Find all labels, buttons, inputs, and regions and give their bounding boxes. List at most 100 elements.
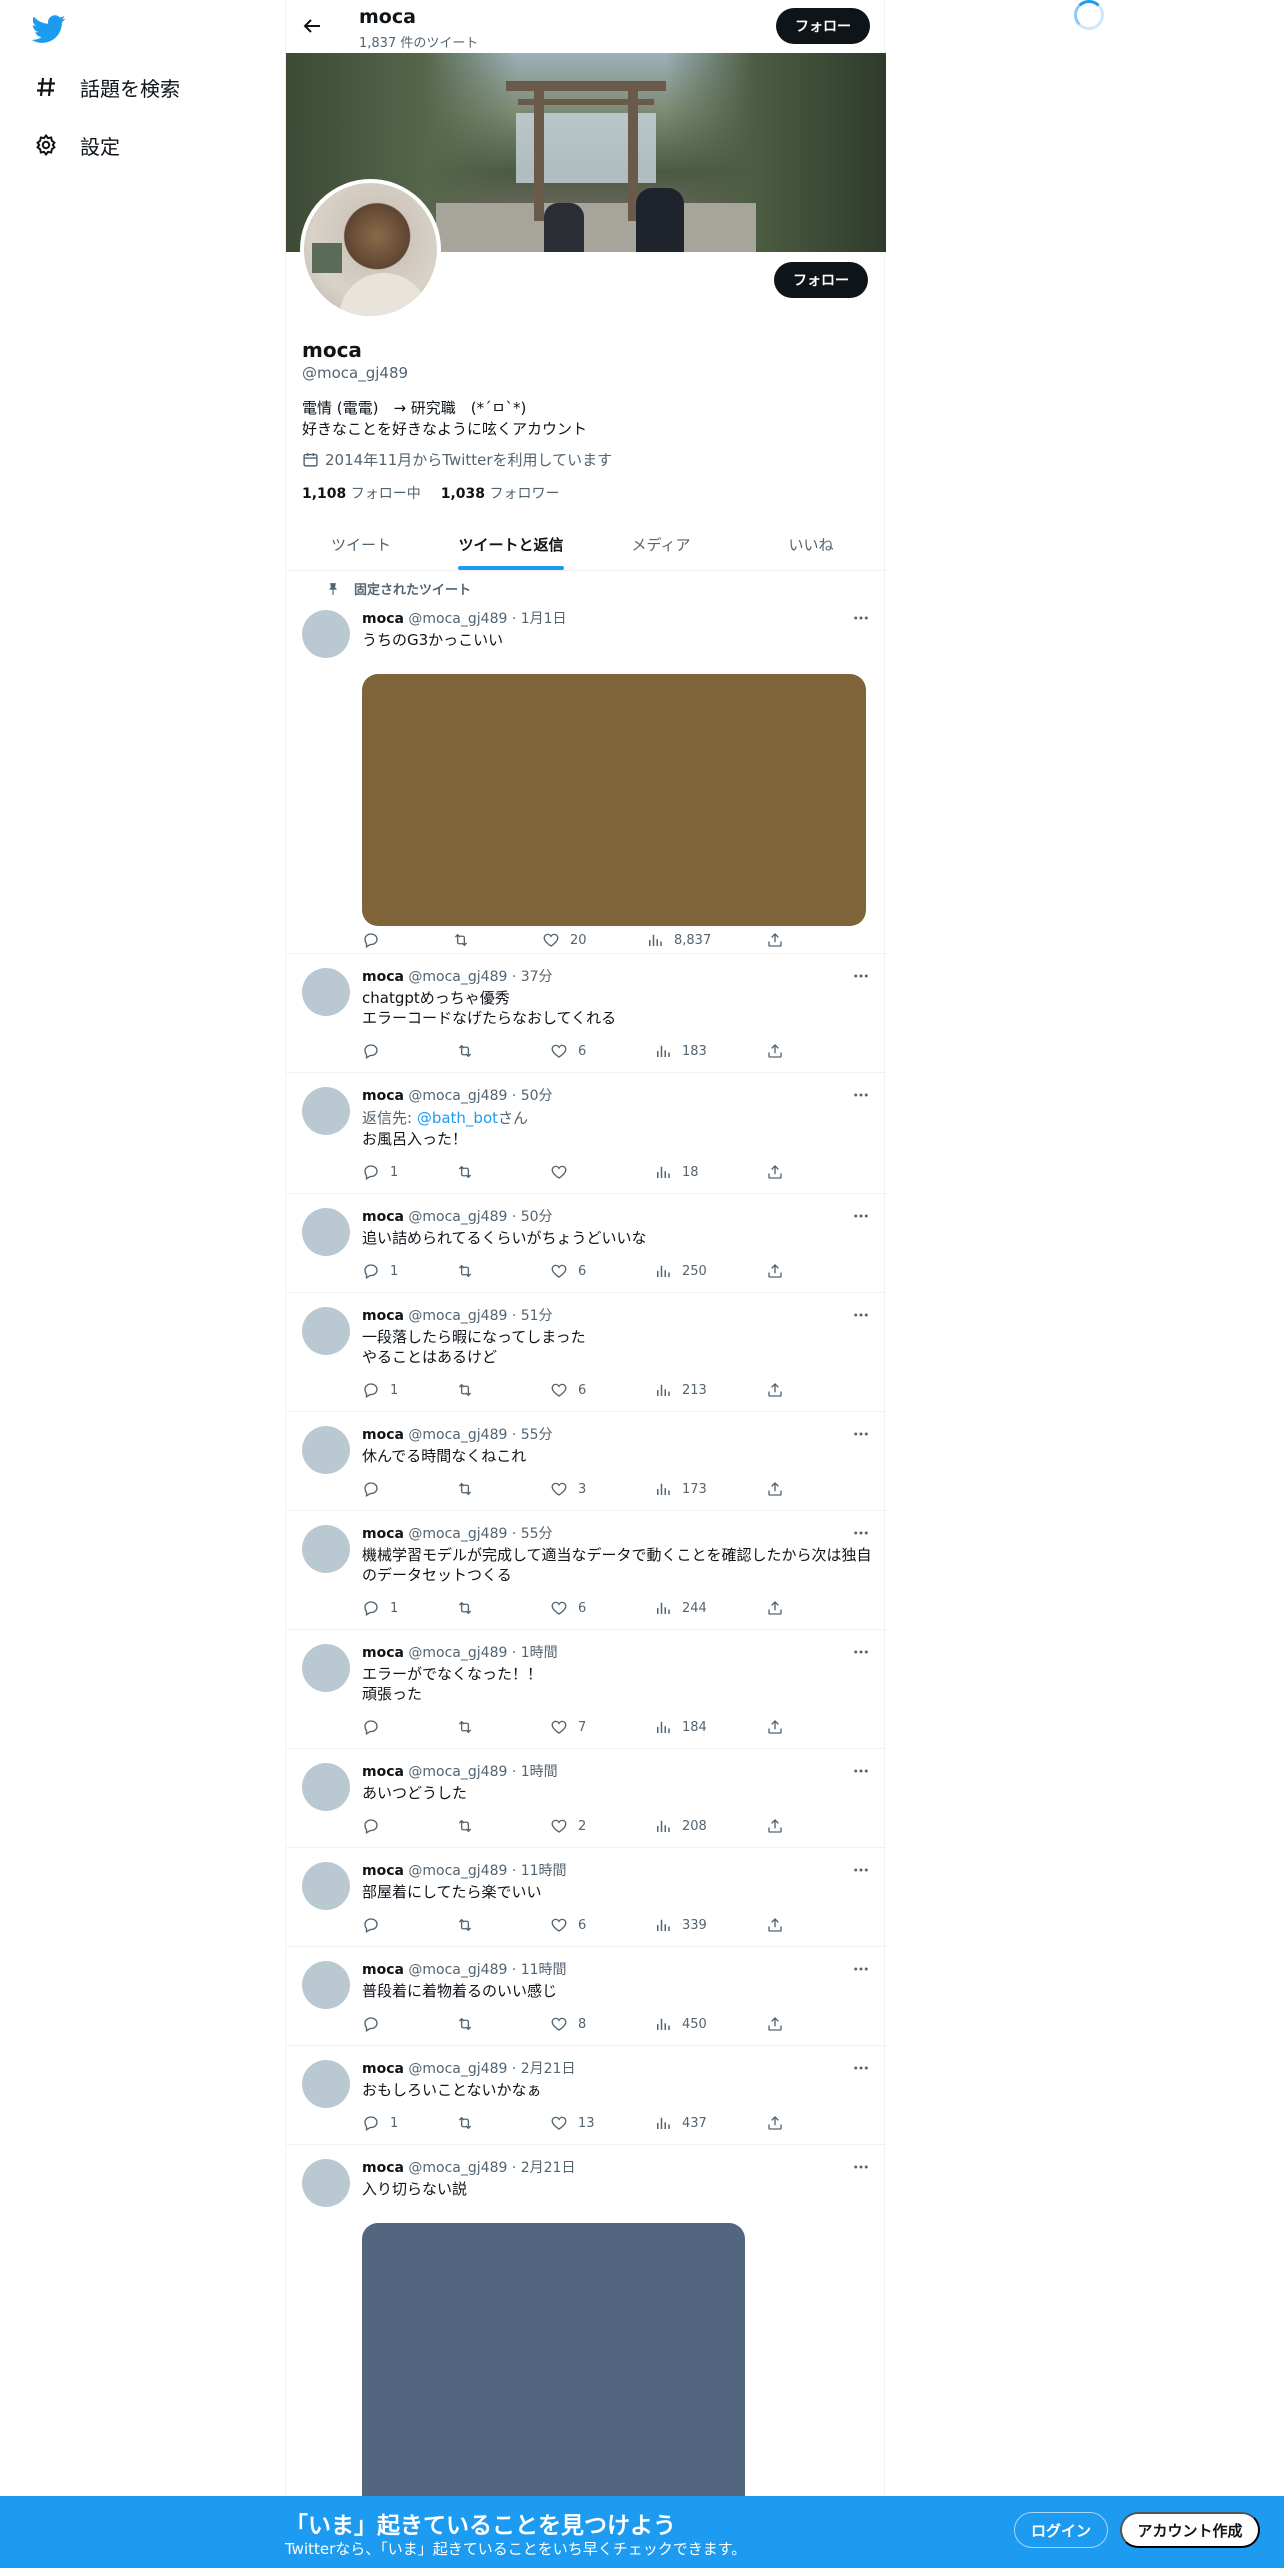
tweet-item[interactable]: moca @moca_gj489 · 2月21日 入り切らない説 bbox=[286, 2145, 886, 2553]
views-button[interactable]: 8,837 bbox=[646, 930, 711, 950]
retweet-button[interactable] bbox=[456, 1261, 474, 1281]
share-button[interactable] bbox=[766, 1816, 784, 1836]
more-options-icon[interactable] bbox=[852, 1762, 870, 1780]
share-button[interactable] bbox=[766, 2014, 784, 2034]
reply-button[interactable] bbox=[362, 1816, 390, 1836]
following-link[interactable]: 1,108 フォロー中 bbox=[302, 483, 421, 503]
tweet-item[interactable]: moca @moca_gj489 · 50分 返信先: @bath_botさん お風… bbox=[286, 1073, 886, 1194]
share-button[interactable] bbox=[766, 1261, 784, 1281]
sidebar-item-settings[interactable]: 設定 bbox=[34, 123, 120, 167]
views-button[interactable]: 450 bbox=[654, 2014, 707, 2034]
more-options-icon[interactable] bbox=[852, 1960, 870, 1978]
like-button[interactable]: 6 bbox=[550, 1041, 586, 1061]
retweet-button[interactable] bbox=[456, 1816, 474, 1836]
reply-button[interactable] bbox=[362, 1717, 390, 1737]
views-button[interactable]: 437 bbox=[654, 2113, 707, 2133]
tweet-item[interactable]: moca @moca_gj489 · 11時間 部屋着にしてたら楽でいい 6 339 bbox=[286, 1848, 886, 1947]
retweet-button[interactable] bbox=[456, 1598, 474, 1618]
tweet-item[interactable]: moca @moca_gj489 · 1時間 エラーがでなくなった！！ 頑張った 7… bbox=[286, 1630, 886, 1749]
more-options-icon[interactable] bbox=[852, 1086, 870, 1104]
tweet-author-avatar[interactable] bbox=[302, 1208, 350, 1256]
tweet-author-avatar[interactable] bbox=[302, 968, 350, 1016]
tweet-author-avatar[interactable] bbox=[302, 2159, 350, 2207]
tab-tweets-and-replies[interactable]: ツイートと返信 bbox=[436, 518, 586, 570]
tweet-author-avatar[interactable] bbox=[302, 1307, 350, 1355]
header-follow-button[interactable]: フォロー bbox=[776, 8, 870, 44]
sidebar-item-explore[interactable]: 話題を検索 bbox=[34, 65, 180, 109]
like-button[interactable]: 2 bbox=[550, 1816, 586, 1836]
reply-button[interactable] bbox=[362, 1915, 390, 1935]
more-options-icon[interactable] bbox=[852, 1861, 870, 1879]
views-button[interactable]: 184 bbox=[654, 1717, 707, 1737]
reply-button[interactable] bbox=[362, 1041, 390, 1061]
reply-button[interactable]: 1 bbox=[362, 2113, 398, 2133]
tab-media[interactable]: メディア bbox=[586, 518, 736, 570]
tweet-author-avatar[interactable] bbox=[302, 1862, 350, 1910]
reply-button[interactable] bbox=[362, 1479, 390, 1499]
more-options-icon[interactable] bbox=[852, 2059, 870, 2077]
tab-tweets[interactable]: ツイート bbox=[286, 518, 436, 570]
tweet-author-avatar[interactable] bbox=[302, 1763, 350, 1811]
like-button[interactable]: 13 bbox=[550, 2113, 595, 2133]
more-options-icon[interactable] bbox=[852, 1524, 870, 1542]
signup-button[interactable]: アカウント作成 bbox=[1120, 2512, 1260, 2548]
views-button[interactable]: 18 bbox=[654, 1162, 699, 1182]
share-button[interactable] bbox=[766, 1915, 784, 1935]
like-button[interactable]: 6 bbox=[550, 1380, 586, 1400]
more-options-icon[interactable] bbox=[852, 2158, 870, 2176]
reply-button[interactable]: 1 bbox=[362, 1162, 398, 1182]
retweet-button[interactable] bbox=[456, 1041, 474, 1061]
tweet-item[interactable]: moca @moca_gj489 · 1月1日 うちのG3かっこいい 20 8,837 bbox=[286, 598, 886, 954]
like-button[interactable]: 6 bbox=[550, 1598, 586, 1618]
like-button[interactable] bbox=[550, 1162, 578, 1182]
tweet-item[interactable]: moca @moca_gj489 · 50分 追い詰められてるくらいがちょうどいい… bbox=[286, 1194, 886, 1293]
more-options-icon[interactable] bbox=[852, 1207, 870, 1225]
tweet-author-avatar[interactable] bbox=[302, 1525, 350, 1573]
reply-button[interactable]: 1 bbox=[362, 1261, 398, 1281]
views-button[interactable]: 250 bbox=[654, 1261, 707, 1281]
share-button[interactable] bbox=[766, 1041, 784, 1061]
retweet-button[interactable] bbox=[456, 1380, 474, 1400]
tweet-author-avatar[interactable] bbox=[302, 1644, 350, 1692]
tweet-item[interactable]: moca @moca_gj489 · 51分 一段落したら暇になってしまった やる… bbox=[286, 1293, 886, 1412]
tweet-author-avatar[interactable] bbox=[302, 1961, 350, 2009]
more-options-icon[interactable] bbox=[852, 609, 870, 627]
like-button[interactable]: 20 bbox=[542, 930, 587, 950]
twitter-logo-icon[interactable] bbox=[32, 12, 66, 46]
like-button[interactable]: 6 bbox=[550, 1261, 586, 1281]
profile-follow-button[interactable]: フォロー bbox=[774, 262, 868, 298]
views-button[interactable]: 244 bbox=[654, 1598, 707, 1618]
views-button[interactable]: 213 bbox=[654, 1380, 707, 1400]
reply-button[interactable] bbox=[362, 930, 390, 950]
share-button[interactable] bbox=[766, 1479, 784, 1499]
share-button[interactable] bbox=[766, 930, 784, 950]
profile-avatar[interactable] bbox=[300, 179, 441, 320]
followers-link[interactable]: 1,038 フォロワー bbox=[441, 483, 560, 503]
tweet-author-avatar[interactable] bbox=[302, 610, 350, 658]
share-button[interactable] bbox=[766, 1598, 784, 1618]
reply-to-user-link[interactable]: @bath_bot bbox=[417, 1109, 498, 1127]
reply-button[interactable]: 1 bbox=[362, 1598, 398, 1618]
retweet-button[interactable] bbox=[456, 1915, 474, 1935]
tweet-item[interactable]: moca @moca_gj489 · 37分 chatgptめっちゃ優秀 エラーコ… bbox=[286, 954, 886, 1073]
retweet-button[interactable] bbox=[452, 930, 470, 950]
reply-button[interactable] bbox=[362, 2014, 390, 2034]
tweet-item[interactable]: moca @moca_gj489 · 2月21日 おもしろいことないかなぁ 1 13 4… bbox=[286, 2046, 886, 2145]
share-button[interactable] bbox=[766, 1717, 784, 1737]
views-button[interactable]: 339 bbox=[654, 1915, 707, 1935]
like-button[interactable]: 6 bbox=[550, 1915, 586, 1935]
more-options-icon[interactable] bbox=[852, 1425, 870, 1443]
views-button[interactable]: 183 bbox=[654, 1041, 707, 1061]
views-button[interactable]: 208 bbox=[654, 1816, 707, 1836]
retweet-button[interactable] bbox=[456, 1717, 474, 1737]
share-button[interactable] bbox=[766, 2113, 784, 2133]
retweet-button[interactable] bbox=[456, 2014, 474, 2034]
tab-likes[interactable]: いいね bbox=[736, 518, 886, 570]
back-arrow-icon[interactable] bbox=[300, 14, 324, 38]
more-options-icon[interactable] bbox=[852, 1643, 870, 1661]
like-button[interactable]: 8 bbox=[550, 2014, 586, 2034]
tweet-author-avatar[interactable] bbox=[302, 1087, 350, 1135]
views-button[interactable]: 173 bbox=[654, 1479, 707, 1499]
tweet-author-avatar[interactable] bbox=[302, 1426, 350, 1474]
tweet-item[interactable]: moca @moca_gj489 · 55分 機械学習モデルが完成して適当なデータ… bbox=[286, 1511, 886, 1630]
